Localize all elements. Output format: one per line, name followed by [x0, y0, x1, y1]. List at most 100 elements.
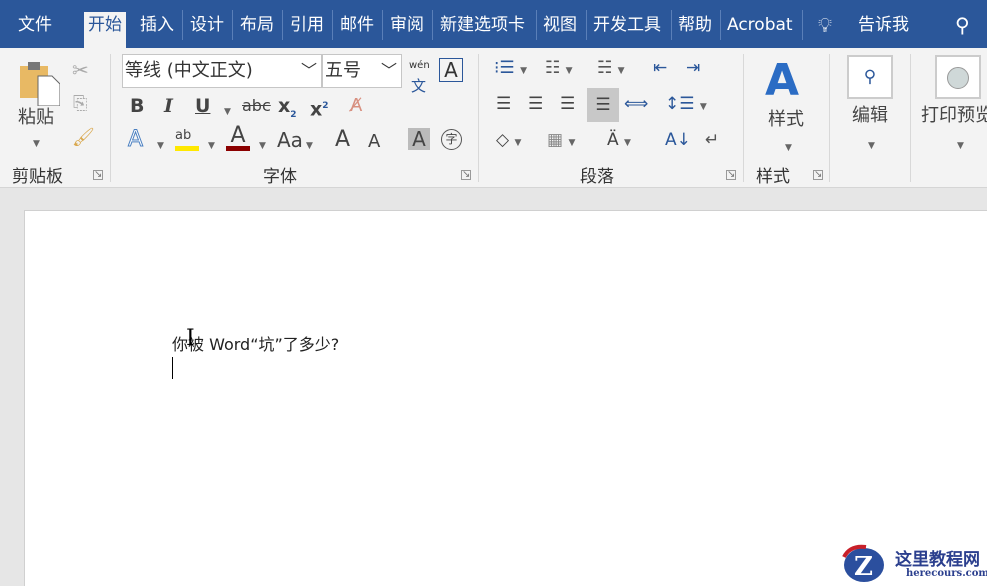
grow-font-button[interactable]: A	[335, 129, 350, 151]
phonetic-bottom: 文	[411, 77, 427, 95]
tab-acrobat[interactable]: Acrobat	[727, 12, 793, 38]
asian-layout-icon: Ä	[607, 130, 619, 150]
clear-formatting-icon[interactable]: A̸	[350, 96, 362, 116]
borders-button[interactable]: ▦ ▼	[547, 130, 575, 153]
align-left-icon[interactable]: ☰	[496, 94, 511, 114]
divider	[182, 10, 183, 40]
asian-layout-button[interactable]: Ä ▼	[607, 130, 631, 153]
highlight-button[interactable]: ab	[175, 126, 199, 151]
tab-file[interactable]: 文件	[18, 12, 52, 38]
copy-icon[interactable]: ⎘	[73, 94, 87, 114]
share-person-icon[interactable]: ⚲	[955, 12, 970, 38]
text-cursor	[172, 357, 173, 379]
editing-button[interactable]: 编辑	[852, 106, 888, 126]
ribbon: 粘贴 ▼ ✂ ⎘ 🖌︎ 剪贴板 ↘ 等线 (中文正文) ﹀ 五号 ﹀ wén 文 A …	[0, 48, 987, 188]
divider	[382, 10, 383, 40]
numbering-button[interactable]: ☷ ▼	[545, 58, 573, 81]
tab-home[interactable]: 开始	[84, 12, 126, 48]
tab-review[interactable]: 审阅	[390, 12, 424, 38]
distributed-icon[interactable]: ⟺	[624, 94, 648, 114]
show-marks-icon[interactable]: ↵	[705, 130, 719, 150]
numbering-icon: ☷	[545, 58, 561, 78]
svg-text:Z: Z	[854, 552, 873, 582]
paste-dropdown-icon[interactable]: ▼	[33, 134, 40, 154]
shrink-font-button[interactable]: A	[368, 132, 380, 152]
chevron-down-icon: ﹀	[380, 61, 397, 80]
tab-layout[interactable]: 布局	[240, 12, 274, 38]
align-right-icon[interactable]: ☰	[560, 94, 575, 114]
divider	[282, 10, 283, 40]
increase-indent-icon[interactable]: ⇥	[686, 58, 700, 78]
divider	[110, 54, 111, 182]
styles-button[interactable]: 样式	[768, 110, 804, 130]
bold-button[interactable]: B	[130, 96, 144, 116]
shading-button[interactable]: ◇ ▼	[496, 130, 521, 153]
document-text[interactable]: 你被 Word“坑”了多少?	[172, 331, 339, 355]
tab-insert[interactable]: 插入	[140, 12, 174, 38]
decrease-indent-icon[interactable]: ⇤	[653, 58, 667, 78]
chevron-down-icon: ﹀	[300, 61, 317, 80]
divider	[829, 54, 830, 182]
styles-dropdown-icon[interactable]: ▼	[785, 138, 792, 158]
clipboard-icon	[20, 62, 61, 107]
divider	[743, 54, 744, 182]
phonetic-guide-button[interactable]: wén 文	[409, 56, 430, 96]
tab-references[interactable]: 引用	[290, 12, 324, 38]
subscript-button[interactable]: x2	[278, 96, 297, 125]
tab-mailings[interactable]: 邮件	[340, 12, 374, 38]
enclose-characters-button[interactable]: 字	[441, 129, 462, 150]
character-shading-button[interactable]: A	[408, 128, 430, 150]
editing-dropdown-icon[interactable]: ▼	[868, 136, 875, 156]
cut-icon[interactable]: ✂	[72, 60, 89, 80]
font-color-dropdown-icon[interactable]: ▼	[259, 136, 266, 156]
print-preview-icon[interactable]	[935, 55, 981, 99]
divider	[432, 10, 433, 40]
strikethrough-button[interactable]: abc	[242, 96, 271, 116]
superscript-2: 2	[322, 101, 329, 111]
justify-icon[interactable]: ☰	[587, 88, 619, 122]
text-effects-dropdown-icon[interactable]: ▼	[157, 136, 164, 156]
divider	[232, 10, 233, 40]
paint-bucket-icon: ◇	[496, 130, 510, 150]
styles-launcher-icon[interactable]: ↘	[813, 170, 823, 180]
divider	[802, 10, 803, 40]
change-case-dropdown-icon[interactable]: ▼	[306, 136, 313, 156]
italic-button[interactable]: I	[164, 96, 173, 116]
bullets-button[interactable]: ⁝☰ ▼	[494, 58, 527, 81]
watermark-z-icon: Z	[842, 544, 884, 582]
multilevel-list-button[interactable]: ☵ ▼	[597, 58, 625, 81]
tab-developer[interactable]: 开发工具	[593, 12, 661, 38]
tab-view[interactable]: 视图	[543, 12, 577, 38]
tab-design[interactable]: 设计	[190, 12, 224, 38]
search-icon[interactable]: ⚲	[847, 55, 893, 99]
align-center-icon[interactable]: ☰	[528, 94, 543, 114]
clipboard-launcher-icon[interactable]: ↘	[93, 170, 103, 180]
character-border-button[interactable]: A	[439, 58, 463, 82]
text-effects-button[interactable]: A	[127, 128, 143, 151]
styles-icon[interactable]: A	[765, 56, 799, 106]
change-case-button[interactable]: Aa	[277, 130, 303, 150]
print-preview-button[interactable]: 打印预览	[921, 106, 987, 126]
highlight-dropdown-icon[interactable]: ▼	[208, 136, 215, 156]
underline-dropdown-icon[interactable]: ▼	[224, 102, 231, 122]
tell-me-search[interactable]: 告诉我	[858, 12, 909, 38]
paste-label[interactable]: 粘贴	[18, 108, 54, 128]
print-preview-dropdown-icon[interactable]: ▼	[957, 136, 964, 156]
lightbulb-icon[interactable]: 💡︎	[818, 12, 832, 38]
document-page[interactable]: 你被 Word“坑”了多少? I	[24, 210, 987, 586]
font-launcher-icon[interactable]: ↘	[461, 170, 471, 180]
line-spacing-button[interactable]: ↕☰ ▼	[665, 94, 707, 117]
sort-icon[interactable]: A↓	[665, 130, 691, 150]
font-size-select[interactable]: 五号 ﹀	[322, 54, 402, 88]
font-color-button[interactable]: A	[226, 125, 250, 151]
superscript-button[interactable]: x2	[310, 96, 329, 119]
divider	[910, 54, 911, 182]
tab-new-tab[interactable]: 新建选项卡	[440, 12, 525, 38]
font-name-select[interactable]: 等线 (中文正文) ﹀	[122, 54, 322, 88]
tab-help[interactable]: 帮助	[678, 12, 712, 38]
paste-button[interactable]	[18, 60, 61, 107]
underline-button[interactable]: U	[195, 96, 210, 116]
paragraph-launcher-icon[interactable]: ↘	[726, 170, 736, 180]
format-painter-icon[interactable]: 🖌︎	[72, 128, 95, 148]
watermark-logo: Z 这里教程网 herecours.com	[840, 543, 987, 586]
